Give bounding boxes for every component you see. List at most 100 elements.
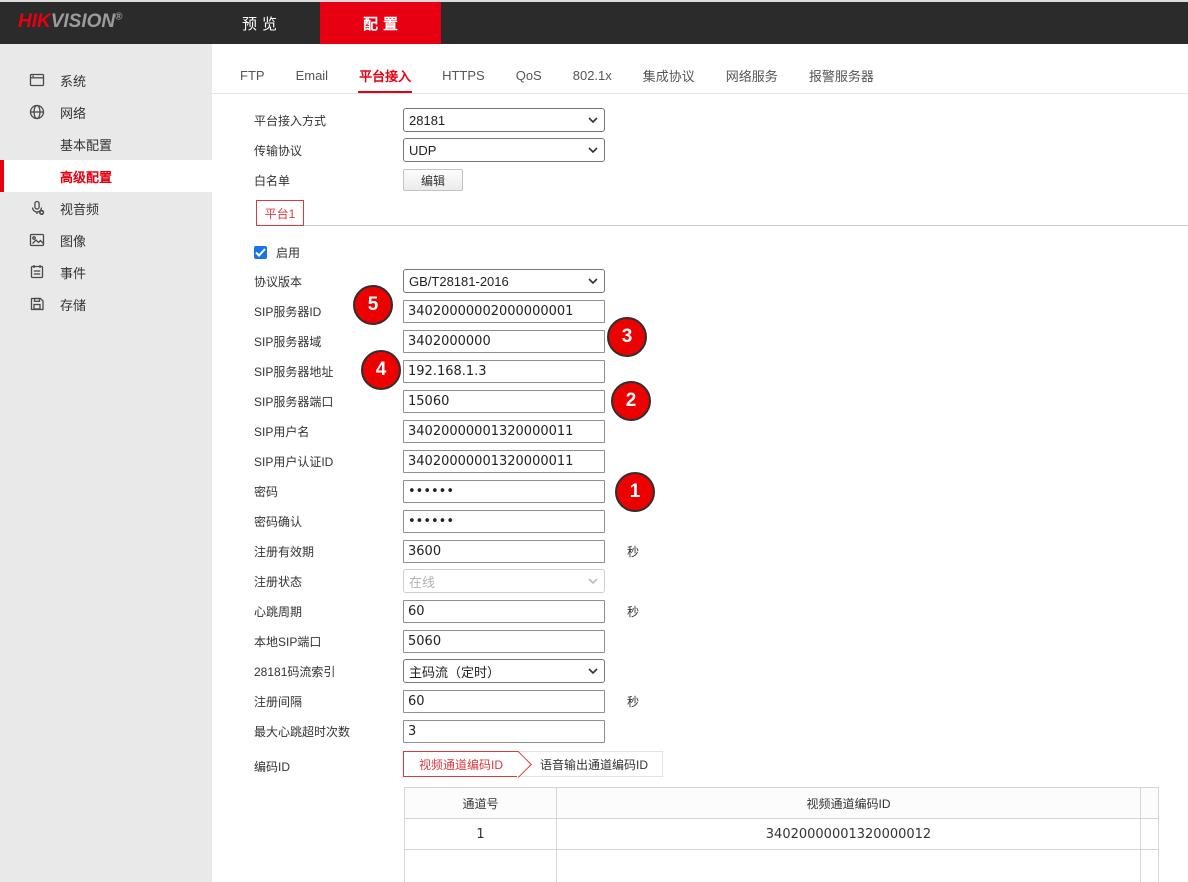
settings-tabbar: FTP Email 平台接入 HTTPS QoS 802.1x 集成协议 网络服…	[212, 44, 1188, 94]
register-status-select: 在线	[403, 569, 605, 593]
field-label: 心跳周期	[254, 603, 403, 620]
chevron-down-icon	[588, 578, 598, 584]
tab-configuration[interactable]: 配置	[320, 2, 441, 44]
tab-8021x[interactable]: 802.1x	[573, 68, 612, 83]
sidebar-item-label: 图像	[60, 231, 86, 250]
sip-server-domain-input[interactable]	[403, 330, 605, 353]
select-value: GB/T28181-2016	[409, 274, 509, 289]
sidebar-item-event[interactable]: 事件	[0, 256, 212, 288]
topbar: HIKVISION® 预览 配置	[0, 2, 1188, 44]
sip-server-port-input[interactable]	[403, 390, 605, 413]
transport-protocol-select[interactable]: UDP	[403, 138, 605, 162]
tab-https[interactable]: HTTPS	[442, 68, 485, 83]
field-label: 本地SIP端口	[254, 633, 403, 650]
field-row-stream-index: 28181码流索引 主码流（定时）	[254, 656, 954, 686]
field-row-password: 密码	[254, 476, 954, 506]
platform-tab-divider	[304, 225, 1188, 226]
tab-label: 语音输出通道编码ID	[540, 756, 648, 773]
field-row-max-heartbeat-timeout: 最大心跳超时次数	[254, 716, 954, 746]
tab-alarm-server[interactable]: 报警服务器	[809, 66, 874, 85]
sip-auth-id-input[interactable]	[403, 450, 605, 473]
channel-encode-table: 通道号 视频通道编码ID 1 34020000001320000012	[404, 787, 1159, 882]
field-row-sip-username: SIP用户名	[254, 416, 954, 446]
select-value: 在线	[409, 572, 435, 591]
table-row[interactable]: 1 34020000001320000012	[405, 819, 1159, 850]
field-label: 注册状态	[254, 573, 403, 590]
field-label: SIP用户认证ID	[254, 453, 403, 470]
field-label: SIP用户名	[254, 423, 403, 440]
sip-server-address-input[interactable]	[403, 360, 605, 383]
tab-preview[interactable]: 预览	[199, 2, 320, 44]
cell-encode-id[interactable]: 34020000001320000012	[557, 819, 1141, 850]
field-label: SIP服务器端口	[254, 393, 403, 410]
field-label: 白名单	[254, 172, 403, 189]
register-validity-input[interactable]	[403, 540, 605, 563]
field-row-platform-access-mode: 平台接入方式 28181	[254, 105, 954, 135]
tab-audio-output-channel-encode-id[interactable]: 语音输出通道编码ID	[513, 751, 663, 777]
tab-platform-access[interactable]: 平台接入	[359, 66, 411, 85]
field-label: 平台接入方式	[254, 112, 403, 129]
platform-access-mode-select[interactable]: 28181	[403, 108, 605, 132]
field-row-register-status: 注册状态 在线	[254, 566, 954, 596]
field-row-transport-protocol: 传输协议 UDP	[254, 135, 954, 165]
field-label: 编码ID	[254, 746, 403, 775]
table-row[interactable]	[405, 850, 1159, 882]
tab-network-service[interactable]: 网络服务	[726, 66, 778, 85]
cell-extra	[1141, 850, 1159, 882]
tab-ftp[interactable]: FTP	[240, 68, 265, 83]
local-sip-port-input[interactable]	[403, 630, 605, 653]
tab-email[interactable]: Email	[296, 68, 329, 83]
protocol-version-select[interactable]: GB/T28181-2016	[403, 269, 605, 293]
sip-form: 协议版本 GB/T28181-2016 SIP服务器ID SIP服务器域 SIP…	[254, 266, 954, 746]
field-row-sip-server-id: SIP服务器ID	[254, 296, 954, 326]
sidebar-item-network[interactable]: 网络	[0, 96, 212, 128]
cell-channel-no[interactable]: 1	[405, 819, 557, 850]
field-label: SIP服务器地址	[254, 363, 403, 380]
network-icon	[28, 103, 46, 121]
tab-video-channel-encode-id[interactable]: 视频通道编码ID	[403, 751, 519, 777]
event-icon	[28, 263, 46, 281]
register-interval-input[interactable]	[403, 690, 605, 713]
tab-platform-1[interactable]: 平台1	[256, 200, 304, 226]
password-input[interactable]	[403, 480, 605, 503]
platform-access-form-top: 平台接入方式 28181 传输协议 UDP 白名单 编辑	[254, 105, 954, 195]
sidebar-menu: 系统 网络 基本配置 高级配置 视音频	[0, 44, 212, 320]
stream-index-select[interactable]: 主码流（定时）	[403, 659, 605, 683]
field-row-register-interval: 注册间隔 秒	[254, 686, 954, 716]
password-confirm-input[interactable]	[403, 510, 605, 533]
sidebar-item-basic-config[interactable]: 基本配置	[0, 128, 212, 160]
sidebar-item-storage[interactable]: 存储	[0, 288, 212, 320]
field-label: SIP服务器ID	[254, 303, 403, 320]
field-row-sip-server-port: SIP服务器端口	[254, 386, 954, 416]
tab-qos[interactable]: QoS	[516, 68, 542, 83]
field-row-local-sip-port: 本地SIP端口	[254, 626, 954, 656]
cell-channel-no[interactable]	[405, 850, 557, 882]
sidebar-item-advanced-config[interactable]: 高级配置	[0, 160, 212, 192]
cell-encode-id[interactable]	[557, 850, 1141, 882]
enable-checkbox[interactable]	[254, 246, 267, 259]
sidebar-item-label: 网络	[60, 103, 86, 122]
col-channel-no: 通道号	[405, 788, 557, 819]
field-label: 最大心跳超时次数	[254, 723, 403, 740]
logo-hik-text: HIK	[18, 11, 51, 32]
whitelist-edit-button[interactable]: 编辑	[403, 169, 463, 191]
field-label: 注册间隔	[254, 693, 403, 710]
sip-username-input[interactable]	[403, 420, 605, 443]
field-row-protocol-version: 协议版本 GB/T28181-2016	[254, 266, 954, 296]
tab-label: 视频通道编码ID	[419, 756, 503, 773]
tab-integration-protocol[interactable]: 集成协议	[643, 66, 695, 85]
sidebar-item-system[interactable]: 系统	[0, 64, 212, 96]
sidebar-item-image[interactable]: 图像	[0, 224, 212, 256]
field-label: 密码确认	[254, 513, 403, 530]
logo-vision-text: VISION	[51, 11, 115, 32]
topnav: 预览 配置	[199, 2, 441, 44]
chevron-down-icon	[588, 278, 598, 284]
sidebar-item-audio-video[interactable]: 视音频	[0, 192, 212, 224]
col-extra	[1141, 788, 1159, 819]
heartbeat-interval-input[interactable]	[403, 600, 605, 623]
chevron-down-icon	[588, 147, 598, 153]
field-row-register-validity: 注册有效期 秒	[254, 536, 954, 566]
sidebar-item-label: 系统	[60, 71, 86, 90]
sip-server-id-input[interactable]	[403, 300, 605, 323]
max-heartbeat-timeout-input[interactable]	[403, 720, 605, 743]
